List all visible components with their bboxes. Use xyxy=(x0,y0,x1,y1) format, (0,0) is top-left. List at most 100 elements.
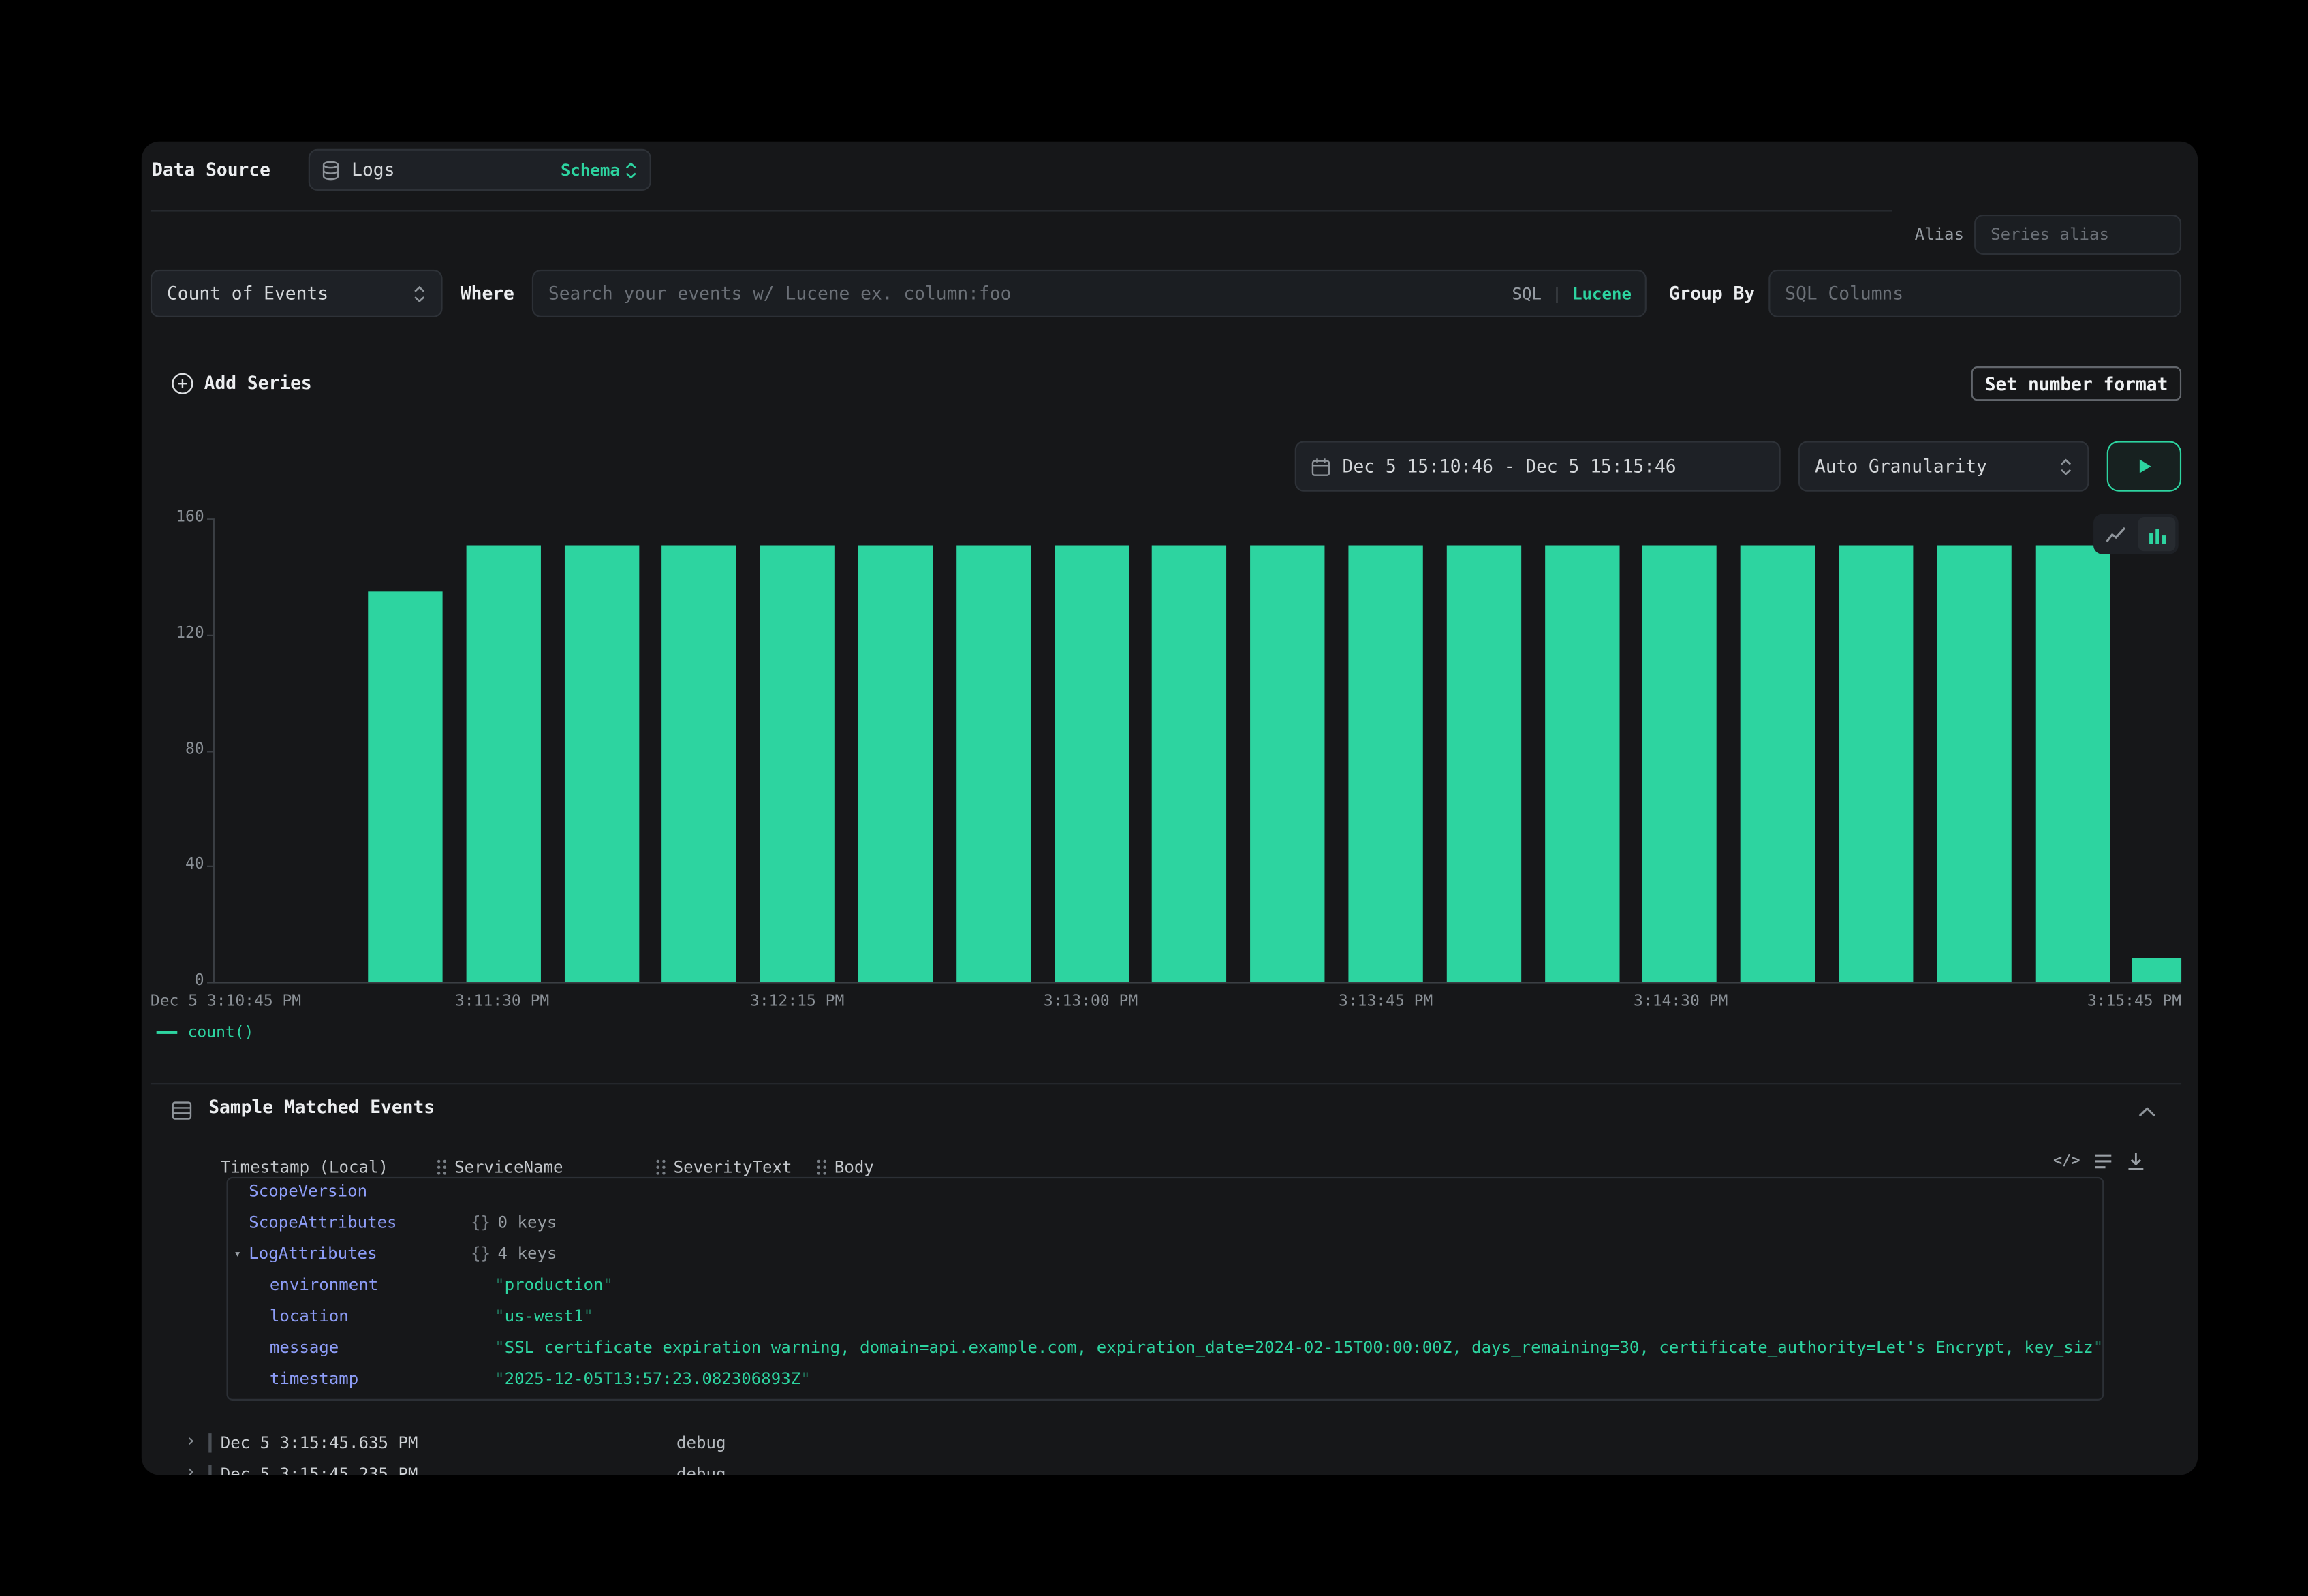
granularity-value: Auto Granularity xyxy=(1815,456,1987,477)
divider xyxy=(151,1083,2181,1084)
chart-bar xyxy=(956,544,1031,982)
y-tick-label: 160 xyxy=(144,508,204,527)
schema-button[interactable]: Schema xyxy=(561,160,638,179)
detail-row: ScopeVersion xyxy=(228,1177,2103,1207)
x-tick-label: 3:11:30 PM xyxy=(398,992,606,1012)
y-tick-mark xyxy=(207,982,213,983)
plus-circle-icon xyxy=(172,372,194,394)
y-tick-label: 0 xyxy=(144,971,204,990)
severity-bar xyxy=(208,1465,211,1475)
chevron-right-icon[interactable]: › xyxy=(185,1426,196,1457)
detail-row: messageSSL certificate expiration warnin… xyxy=(228,1332,2103,1363)
alias-label: Alias xyxy=(1915,225,1964,246)
chart-plot[interactable] xyxy=(213,518,2181,982)
add-series-button[interactable]: Add Series xyxy=(172,368,312,398)
language-divider: | xyxy=(1552,284,1561,303)
sql-option[interactable]: SQL xyxy=(1512,284,1541,303)
column-header-timestamp[interactable]: Timestamp (Local) xyxy=(221,1157,388,1176)
detail-meta: 0 keys xyxy=(498,1207,557,1238)
calendar-icon xyxy=(1311,456,1330,475)
detail-key: message xyxy=(270,1332,339,1363)
table-actions: </> xyxy=(2053,1152,2146,1171)
bar-chart-icon[interactable] xyxy=(2138,517,2176,551)
time-range-picker[interactable]: Dec 5 15:10:46 - Dec 5 15:15:46 xyxy=(1295,441,1781,491)
events-title: Sample Matched Events xyxy=(208,1097,435,1118)
group-by-label: Group By xyxy=(1669,283,1755,304)
aggregate-select[interactable]: Count of Events xyxy=(151,270,443,317)
granularity-select[interactable]: Auto Granularity xyxy=(1798,441,2089,491)
drag-handle-icon xyxy=(437,1159,447,1176)
download-icon[interactable] xyxy=(2126,1152,2145,1171)
chart-bar xyxy=(1937,544,2011,982)
event-row[interactable]: ›Dec 5 3:15:45.635 PMdebug xyxy=(142,1427,2198,1458)
x-tick-label: 3:14:30 PM xyxy=(1576,992,1785,1012)
x-tick-label: 3:13:45 PM xyxy=(1281,992,1490,1012)
detail-key: ScopeAttributes xyxy=(249,1207,396,1238)
x-tick-label: 3:12:15 PM xyxy=(693,992,901,1012)
y-tick-label: 40 xyxy=(144,856,204,875)
chart-bar xyxy=(1741,544,1815,982)
column-label: SeverityText xyxy=(674,1157,792,1176)
event-timestamp: Dec 5 3:15:45.235 PM xyxy=(221,1458,418,1475)
detail-row: environmentproduction xyxy=(228,1270,2103,1301)
code-icon[interactable]: </> xyxy=(2053,1153,2080,1170)
lucene-option[interactable]: Lucene xyxy=(1572,284,1632,303)
chevron-right-icon[interactable]: › xyxy=(185,1457,196,1475)
data-source-select[interactable]: Logs Schema xyxy=(309,149,651,191)
column-header-body[interactable]: Body xyxy=(817,1157,874,1176)
event-detail-panel: ScopeVersionScopeAttributes{}0 keys▾LogA… xyxy=(226,1177,2104,1401)
collapse-icon[interactable] xyxy=(2138,1107,2156,1117)
detail-key: ScopeVersion xyxy=(249,1177,367,1207)
detail-row: timestamp2025-12-05T13:57:23.082306893Z xyxy=(228,1363,2103,1394)
app-background: Data Source Logs Schema Alias Count of E… xyxy=(0,0,2308,1596)
chart-bar xyxy=(858,544,933,982)
search-input[interactable] xyxy=(532,270,1647,317)
y-tick-mark xyxy=(207,866,213,867)
detail-row[interactable]: ▾LogAttributes{}4 keys xyxy=(228,1238,2103,1270)
severity-bar xyxy=(208,1433,211,1452)
table-icon xyxy=(172,1101,193,1120)
chart-bar xyxy=(1446,544,1521,982)
event-severity: debug xyxy=(676,1458,726,1475)
detail-value: production xyxy=(495,1270,613,1301)
database-icon xyxy=(322,160,339,179)
chart-bar xyxy=(1348,544,1422,982)
run-query-button[interactable] xyxy=(2107,441,2181,491)
chart-bar xyxy=(1153,544,1227,982)
chart-bar xyxy=(662,544,736,982)
data-source-value: Logs xyxy=(352,159,394,181)
column-label: Timestamp (Local) xyxy=(221,1157,388,1176)
chart-bar xyxy=(2133,958,2181,982)
detail-row: locationus-west1 xyxy=(228,1300,2103,1332)
time-range-value: Dec 5 15:10:46 - Dec 5 15:15:46 xyxy=(1343,456,1677,477)
detail-row[interactable]: ScopeAttributes{}0 keys xyxy=(228,1207,2103,1238)
line-chart-icon[interactable] xyxy=(2096,517,2134,551)
chart-bar xyxy=(368,591,442,982)
detail-key: LogAttributes xyxy=(249,1238,377,1270)
chart-bar xyxy=(760,544,835,982)
chart-bar xyxy=(1839,544,1913,982)
y-tick-label: 120 xyxy=(144,624,204,643)
event-detail-rows: ScopeVersionScopeAttributes{}0 keys▾LogA… xyxy=(228,1177,2103,1394)
chart-bar xyxy=(2035,544,2109,982)
expand-triangle-icon[interactable]: ▾ xyxy=(234,1238,241,1270)
column-header-servicename[interactable]: ServiceName xyxy=(437,1157,563,1176)
group-by-input[interactable] xyxy=(1768,270,2181,317)
column-label: Body xyxy=(835,1157,874,1176)
x-tick-label: Dec 5 3:10:45 PM xyxy=(151,992,301,1012)
legend-swatch xyxy=(157,1031,178,1034)
alias-input[interactable] xyxy=(1974,215,2181,255)
drag-handle-icon xyxy=(817,1159,827,1176)
event-row[interactable]: › Dec 5 3:15:45.235 PM debug xyxy=(142,1458,2198,1475)
rows-icon[interactable] xyxy=(2093,1153,2112,1170)
chart-bar xyxy=(1544,544,1619,982)
set-number-format-button[interactable]: Set number format xyxy=(1971,366,2181,401)
y-tick-mark xyxy=(207,750,213,751)
search-field: SQL | Lucene xyxy=(532,270,1647,317)
drag-handle-icon xyxy=(655,1159,666,1176)
chart-bar xyxy=(466,544,540,982)
detail-key: location xyxy=(270,1300,349,1332)
event-rows: ›Dec 5 3:15:45.635 PMdebug› Dec 5 3:15:45… xyxy=(142,1427,2198,1475)
y-tick-mark xyxy=(207,518,213,520)
column-header-severitytext[interactable]: SeverityText xyxy=(655,1157,792,1176)
